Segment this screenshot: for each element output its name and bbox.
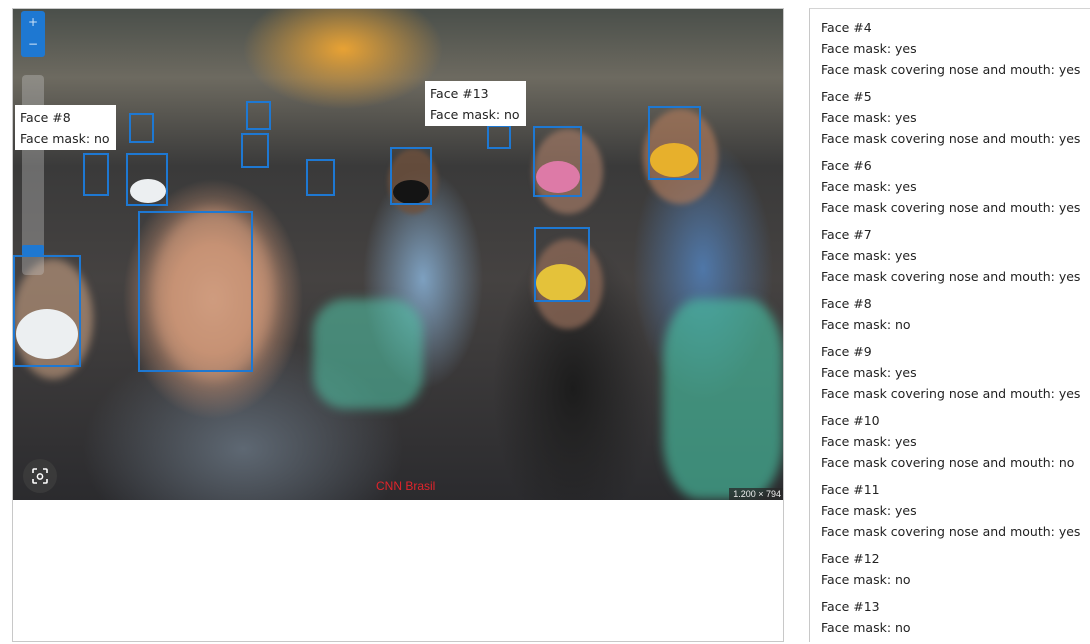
face-mask-status: Face mask: yes <box>821 365 917 380</box>
face-cover-status: Face mask covering nose and mouth: yes <box>821 524 1081 539</box>
face-box[interactable] <box>533 126 582 197</box>
face-mask-status: Face mask: yes <box>821 434 917 449</box>
face-results-list: Face #4 Face mask: yes Face mask coverin… <box>809 8 1090 642</box>
face-mask-status: Face mask: no <box>821 620 911 635</box>
face-entry: Face #13 Face mask: no <box>821 596 1090 638</box>
face-mask-status: Face mask: no <box>821 317 911 332</box>
face-title: Face #5 <box>821 89 872 104</box>
face-label: Face #8 Face mask: no <box>15 105 116 150</box>
face-entry: Face #9 Face mask: yes Face mask coverin… <box>821 341 1090 404</box>
face-box[interactable] <box>83 153 109 196</box>
face-box[interactable] <box>241 133 269 168</box>
face-entry: Face #11 Face mask: yes Face mask coveri… <box>821 479 1090 542</box>
image-viewer: + − Face #8 Face mask: no Face #13 Face … <box>12 8 784 642</box>
face-box[interactable] <box>534 227 590 302</box>
face-mask-status: Face mask: yes <box>821 41 917 56</box>
face-box[interactable] <box>648 106 701 180</box>
face-box[interactable] <box>13 255 81 367</box>
face-entry: Face #4 Face mask: yes Face mask coverin… <box>821 17 1090 80</box>
face-entry: Face #10 Face mask: yes Face mask coveri… <box>821 410 1090 473</box>
face-box[interactable] <box>487 125 511 149</box>
face-title: Face #6 <box>821 158 872 173</box>
face-title: Face #7 <box>821 227 872 242</box>
camera-scan-icon <box>32 468 48 484</box>
face-cover-status: Face mask covering nose and mouth: yes <box>821 386 1081 401</box>
face-box[interactable] <box>306 159 335 196</box>
photo-credit: CNN Brasil <box>376 479 436 493</box>
crowd-photo: + − Face #8 Face mask: no Face #13 Face … <box>13 9 783 500</box>
face-box[interactable] <box>246 101 271 130</box>
face-entry: Face #12 Face mask: no <box>821 548 1090 590</box>
zoom-in-button[interactable]: + <box>21 11 45 33</box>
face-entry: Face #6 Face mask: yes Face mask coverin… <box>821 155 1090 218</box>
visual-search-button[interactable] <box>23 459 57 493</box>
face-mask-status: Face mask: yes <box>821 110 917 125</box>
face-entry: Face #5 Face mask: yes Face mask coverin… <box>821 86 1090 149</box>
photo-bag <box>663 299 783 499</box>
face-box[interactable] <box>126 153 168 206</box>
face-box[interactable] <box>390 147 432 205</box>
face-title: Face #8 <box>821 296 872 311</box>
face-mask-status: Face mask: yes <box>821 248 917 263</box>
face-mask-status: Face mask: yes <box>821 179 917 194</box>
face-entry: Face #8 Face mask: no <box>821 293 1090 335</box>
face-title: Face #10 <box>821 413 880 428</box>
face-cover-status: Face mask covering nose and mouth: no <box>821 455 1075 470</box>
face-label-mask: Face mask: no <box>430 107 520 122</box>
face-title: Face #11 <box>821 482 880 497</box>
face-title: Face #12 <box>821 551 880 566</box>
face-mask-status: Face mask: yes <box>821 503 917 518</box>
face-entry: Face #7 Face mask: yes Face mask coverin… <box>821 224 1090 287</box>
face-box[interactable] <box>138 211 253 372</box>
photo-bag <box>313 299 423 409</box>
face-label: Face #13 Face mask: no <box>425 81 526 126</box>
face-cover-status: Face mask covering nose and mouth: yes <box>821 131 1081 146</box>
face-label-mask: Face mask: no <box>20 131 110 146</box>
zoom-control: + − <box>21 11 45 57</box>
face-label-title: Face #13 <box>430 86 489 101</box>
face-cover-status: Face mask covering nose and mouth: yes <box>821 200 1081 215</box>
face-mask-status: Face mask: no <box>821 572 911 587</box>
face-box[interactable] <box>129 113 154 143</box>
face-cover-status: Face mask covering nose and mouth: yes <box>821 269 1081 284</box>
zoom-slider-handle[interactable] <box>22 245 44 255</box>
face-title: Face #4 <box>821 20 872 35</box>
zoom-out-button[interactable]: − <box>21 33 45 55</box>
face-title: Face #13 <box>821 599 880 614</box>
image-dimensions-badge: 1.200 × 794 <box>729 488 783 500</box>
face-title: Face #9 <box>821 344 872 359</box>
face-label-title: Face #8 <box>20 110 71 125</box>
face-cover-status: Face mask covering nose and mouth: yes <box>821 62 1081 77</box>
